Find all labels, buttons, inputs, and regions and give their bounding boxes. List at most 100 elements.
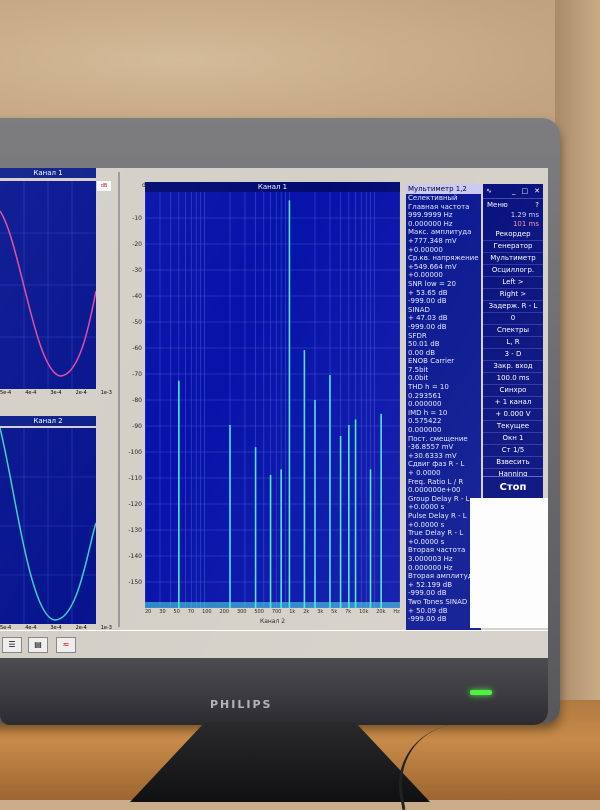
control-item[interactable]: Right > (483, 289, 543, 301)
multimeter-line: -36.8557 mV (408, 443, 454, 452)
x-ticks: 20 30 50 70 100 200 300 500 700 1k 2k 3k… (145, 609, 400, 617)
control-item[interactable]: Синхро (483, 385, 543, 397)
multimeter-header: Мультиметр 1,2 (406, 184, 481, 194)
multimeter-line: Ср.кв. напряжение (408, 254, 479, 263)
y-tick: -110 (128, 475, 142, 482)
control-item[interactable]: 100.0 ms (483, 373, 543, 385)
control-item[interactable]: Рекордер (483, 229, 543, 241)
control-item[interactable]: Генератор (483, 241, 543, 253)
multimeter-line: 0.0bit (408, 374, 429, 383)
y-tick: -120 (128, 501, 142, 508)
left-top-plot (0, 181, 97, 389)
control-item[interactable]: Осциллогр. (483, 265, 543, 277)
control-items: Рекордер Генератор Мультиметр Осциллогр. Lef… (483, 229, 543, 517)
close-icon[interactable]: ✕ (534, 187, 540, 195)
y-tick: -70 (132, 371, 142, 378)
x-tick: 20k (376, 609, 386, 615)
x-tick: 2k (303, 609, 310, 615)
left-bottom-curve (0, 427, 97, 624)
x-tick: 50 (173, 609, 180, 615)
stop-button[interactable]: Стоп (483, 476, 543, 499)
empty-panel (470, 498, 548, 628)
multimeter-line: 0.575422 (408, 417, 442, 426)
spectrum-title: Канал 1 (145, 182, 400, 192)
left-top-xtick: 1e-3 (100, 390, 112, 396)
multimeter-line: SNR low = 20 (408, 279, 456, 288)
taskbar-wave-icon[interactable]: ≈ (56, 637, 76, 653)
left-bottom-title: Канал 2 (0, 416, 96, 426)
y-tick: -50 (132, 319, 142, 326)
multimeter-line: 0.000000 Hz (408, 219, 453, 228)
multimeter-line: 999.9999 Hz (408, 211, 453, 220)
spectrum-svg (144, 192, 401, 609)
left-top-xtick: 3e-4 (50, 390, 62, 396)
taskbar-app-icon[interactable]: ☰ (2, 637, 22, 653)
x-tick: 7k (345, 609, 352, 615)
power-led (470, 690, 492, 695)
multimeter-line: SFDR (408, 331, 427, 340)
control-item[interactable]: 3 - D (483, 349, 543, 361)
multimeter-line: + 47.03 dB (408, 314, 448, 323)
control-panel: ∿ _ □ ✕ Меню ? 1.29 ms 101 ms Рекордер Ге… (483, 184, 543, 517)
y-tick: -80 (132, 397, 142, 404)
control-item[interactable]: Спектры (483, 325, 543, 337)
taskbar: ☰ ▤ ≈ (0, 630, 548, 658)
multimeter-line: +0.00000 (408, 271, 443, 280)
minimize-icon[interactable]: _ (512, 187, 516, 195)
left-top-corner-label: dB (97, 181, 111, 191)
multimeter-line: +549.664 mV (408, 262, 457, 271)
x-tick: 100 (202, 609, 212, 615)
taskbar-app-icon[interactable]: ▤ (28, 637, 48, 653)
multimeter-line: +30.6333 mV (408, 451, 457, 460)
multimeter-line: +777.348 mV (408, 236, 457, 245)
waveform-icon: ∿ (486, 187, 492, 195)
multimeter-line: Сдвиг фаз R - L (408, 460, 465, 469)
wall-corner (555, 0, 600, 700)
screen: Канал 1 5e-4 4e-4 3e-4 2e-4 1e-3 Канал 2… (0, 168, 548, 658)
control-item[interactable]: Ст 1/5 (483, 445, 543, 457)
noise-floor (145, 602, 400, 608)
multimeter-line: THD h = 10 (408, 383, 449, 392)
y-tick: -30 (132, 267, 142, 274)
menu-button[interactable]: Меню (487, 199, 508, 211)
help-button[interactable]: ? (535, 199, 539, 211)
multimeter-line: 7.5bit (408, 365, 429, 374)
left-top-xtick: 5e-4 (0, 390, 12, 396)
multimeter-line: Макс. амплитуда (408, 228, 472, 237)
y-tick: -10 (132, 215, 142, 222)
y-tick: -150 (128, 579, 142, 586)
multimeter-line: ENOB Carrier (408, 357, 455, 366)
control-item[interactable]: L, R (483, 337, 543, 349)
control-item[interactable]: + 1 канал (483, 397, 543, 409)
time-readout-1: 1.29 ms (510, 211, 539, 219)
y-tick: -40 (132, 293, 142, 300)
control-item[interactable]: Мультиметр (483, 253, 543, 265)
x-tick: 1k (289, 609, 296, 615)
spectrum-bottom-title: Канал 2 (259, 618, 286, 625)
control-item[interactable]: Закр. вход (483, 361, 543, 373)
control-item[interactable]: Задерж. R - L (483, 301, 543, 313)
y-tick: -20 (132, 241, 142, 248)
control-item[interactable]: Взвесить (483, 457, 543, 469)
multimeter-line: Freq. Ratio L / R (408, 477, 464, 486)
control-item[interactable]: Текущее (483, 421, 543, 433)
maximize-icon[interactable]: □ (522, 187, 529, 195)
monitor-bottom-bezel (0, 655, 548, 725)
left-top-xtick: 4e-4 (25, 390, 37, 396)
multimeter-line: +0.00000 (408, 245, 443, 254)
x-tick: 500 (254, 609, 264, 615)
y-tick: -140 (128, 553, 142, 560)
multimeter-line: 0.00 dB (408, 348, 436, 357)
x-tick: 300 (236, 609, 247, 615)
multimeter-line: 0.000000 (408, 400, 442, 409)
y-tick: -130 (128, 527, 142, 534)
control-item[interactable]: + 0.000 V (483, 409, 543, 421)
control-item[interactable]: Окн 1 (483, 433, 543, 445)
control-item[interactable]: Left > (483, 277, 543, 289)
monitor-brand: PHILIPS (210, 698, 273, 711)
left-top-xtick: 2e-4 (75, 390, 87, 396)
control-item[interactable]: 0 (483, 313, 543, 325)
time-readout-2: 101 ms (512, 220, 539, 228)
multimeter-line: Пост. смещение (408, 434, 468, 443)
x-tick: 70 (187, 609, 195, 615)
